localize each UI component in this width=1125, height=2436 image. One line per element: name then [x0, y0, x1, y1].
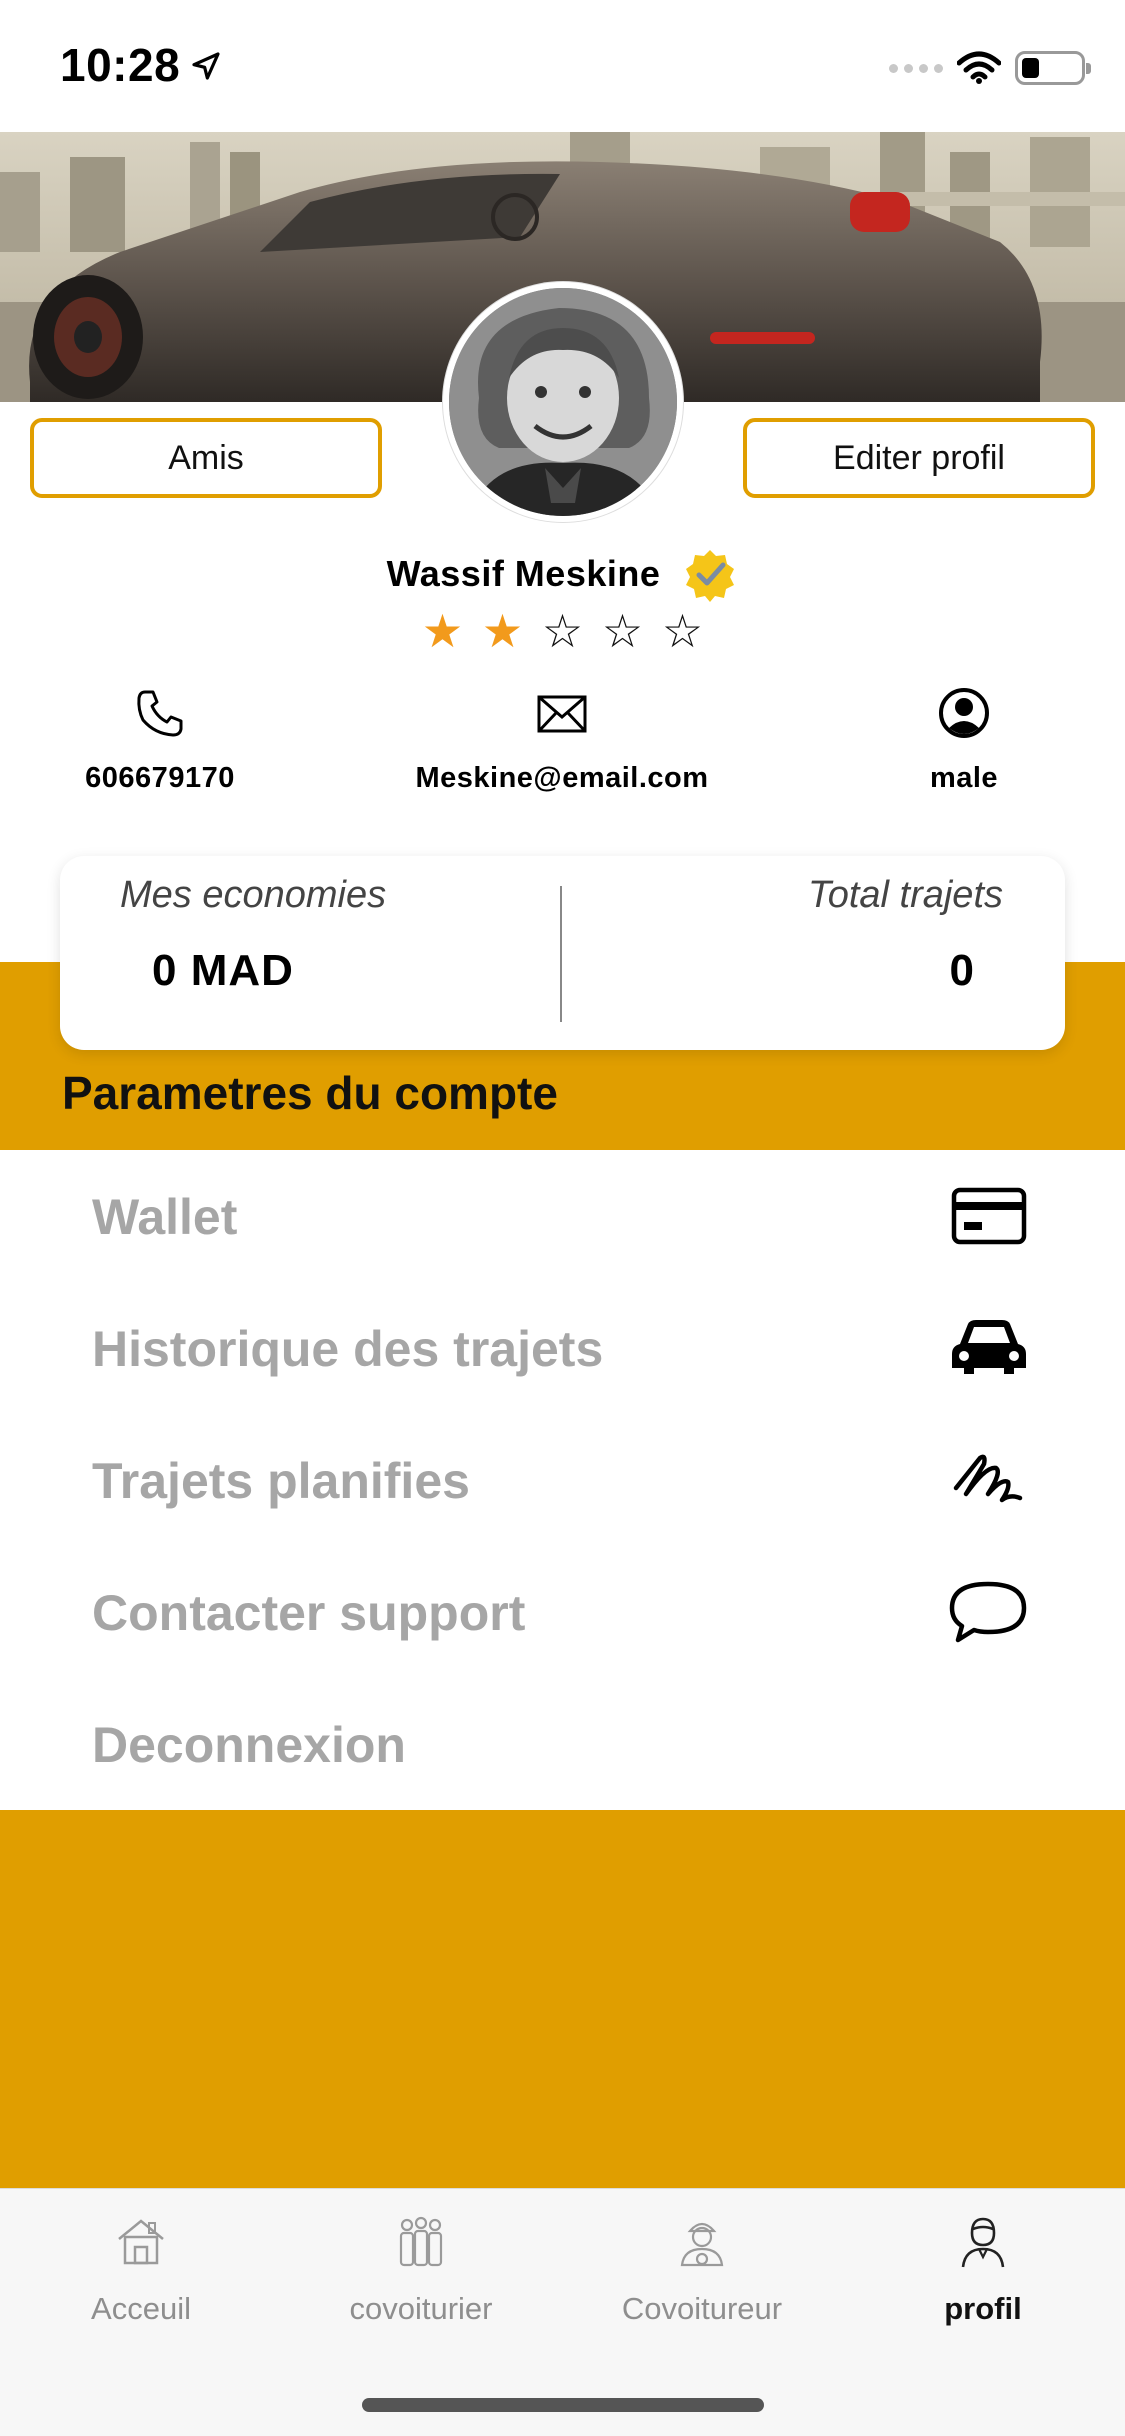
- phone-icon: [137, 690, 183, 737]
- battery-icon: [1015, 51, 1091, 85]
- settings-item-label: Contacter support: [92, 1585, 526, 1641]
- user-name: Wassif Meskine: [386, 553, 661, 594]
- tab-label: Covoitureur: [621, 2291, 783, 2326]
- email-info[interactable]: Meskine@email.com: [362, 686, 762, 795]
- tab-label: profil: [944, 2291, 1022, 2326]
- tab-home[interactable]: Acceuil: [1, 2213, 281, 2327]
- star-empty-icon[interactable]: ☆: [542, 606, 584, 656]
- battery-level: [1022, 58, 1039, 78]
- group-people-icon: [399, 2216, 443, 2267]
- scribble-route-icon: [953, 1454, 1023, 1503]
- settings-item-label: Trajets planifies: [92, 1453, 470, 1509]
- edit-profile-button[interactable]: Editer profil: [743, 418, 1095, 498]
- cellular-signal-icon: [889, 63, 943, 73]
- settings-item-wallet[interactable]: Wallet: [0, 1150, 1125, 1282]
- location-arrow-icon: [192, 52, 220, 80]
- car-icon: [952, 1320, 1026, 1374]
- settings-item-contact-support[interactable]: Contacter support: [0, 1546, 1125, 1678]
- home-indicator[interactable]: [362, 2398, 764, 2412]
- star-empty-icon[interactable]: ☆: [602, 606, 644, 656]
- gender-info: male: [764, 686, 1125, 795]
- settings-item-label: Deconnexion: [92, 1717, 406, 1773]
- status-indicators: [889, 48, 1091, 88]
- user-portrait-photo: [449, 288, 677, 516]
- tab-profile[interactable]: profil: [843, 2213, 1123, 2327]
- stats-divider: [560, 886, 562, 1022]
- user-circle-icon: [939, 688, 989, 738]
- tab-carpoolers[interactable]: covoiturier: [281, 2213, 561, 2327]
- chat-bubble-icon: [949, 1581, 1027, 1643]
- savings-value: 0 MAD: [152, 946, 294, 995]
- trips-label: Total trajets: [807, 874, 1003, 916]
- footer-band: [0, 1810, 1125, 2188]
- verified-badge-icon: [686, 550, 735, 602]
- house-icon: [118, 2219, 164, 2265]
- envelope-icon: [537, 695, 587, 733]
- star-filled-icon[interactable]: ★: [422, 606, 464, 656]
- avatar[interactable]: [443, 282, 683, 522]
- gender-value: male: [929, 762, 999, 794]
- savings-label: Mes economies: [120, 874, 387, 916]
- phone-number: 606679170: [85, 762, 235, 794]
- settings-item-trip-history[interactable]: Historique des trajets: [0, 1282, 1125, 1414]
- tab-driver[interactable]: Covoitureur: [562, 2213, 842, 2327]
- wifi-icon: [957, 51, 1001, 84]
- driver-icon: [680, 2222, 724, 2267]
- settings-item-label: Wallet: [92, 1189, 238, 1245]
- tab-label: Acceuil: [91, 2291, 191, 2326]
- stats-card: Mes economies 0 MAD Total trajets 0: [60, 856, 1065, 1050]
- credit-card-icon: [951, 1187, 1027, 1245]
- name-row: Wassif Meskine: [0, 546, 1125, 602]
- person-icon: [961, 2217, 1005, 2268]
- settings-item-logout[interactable]: Deconnexion: [0, 1678, 1125, 1810]
- email-address: Meskine@email.com: [415, 762, 709, 794]
- trips-value: 0: [949, 946, 975, 995]
- status-bar: 10:28: [0, 0, 1125, 132]
- star-empty-icon[interactable]: ☆: [662, 606, 704, 656]
- status-time: 10:28: [60, 39, 181, 91]
- settings-list: Wallet Historique des trajets Trajets pl…: [0, 1150, 1125, 1810]
- section-title: Parametres du compte: [62, 1067, 558, 1119]
- rating-stars: ★ ★ ☆ ☆ ☆: [0, 606, 1125, 656]
- phone-info[interactable]: 606679170: [0, 686, 360, 795]
- tab-label: covoiturier: [349, 2291, 493, 2326]
- settings-item-label: Historique des trajets: [92, 1321, 604, 1377]
- star-filled-icon[interactable]: ★: [482, 606, 524, 656]
- settings-item-planned-trips[interactable]: Trajets planifies: [0, 1414, 1125, 1546]
- friends-button[interactable]: Amis: [30, 418, 382, 498]
